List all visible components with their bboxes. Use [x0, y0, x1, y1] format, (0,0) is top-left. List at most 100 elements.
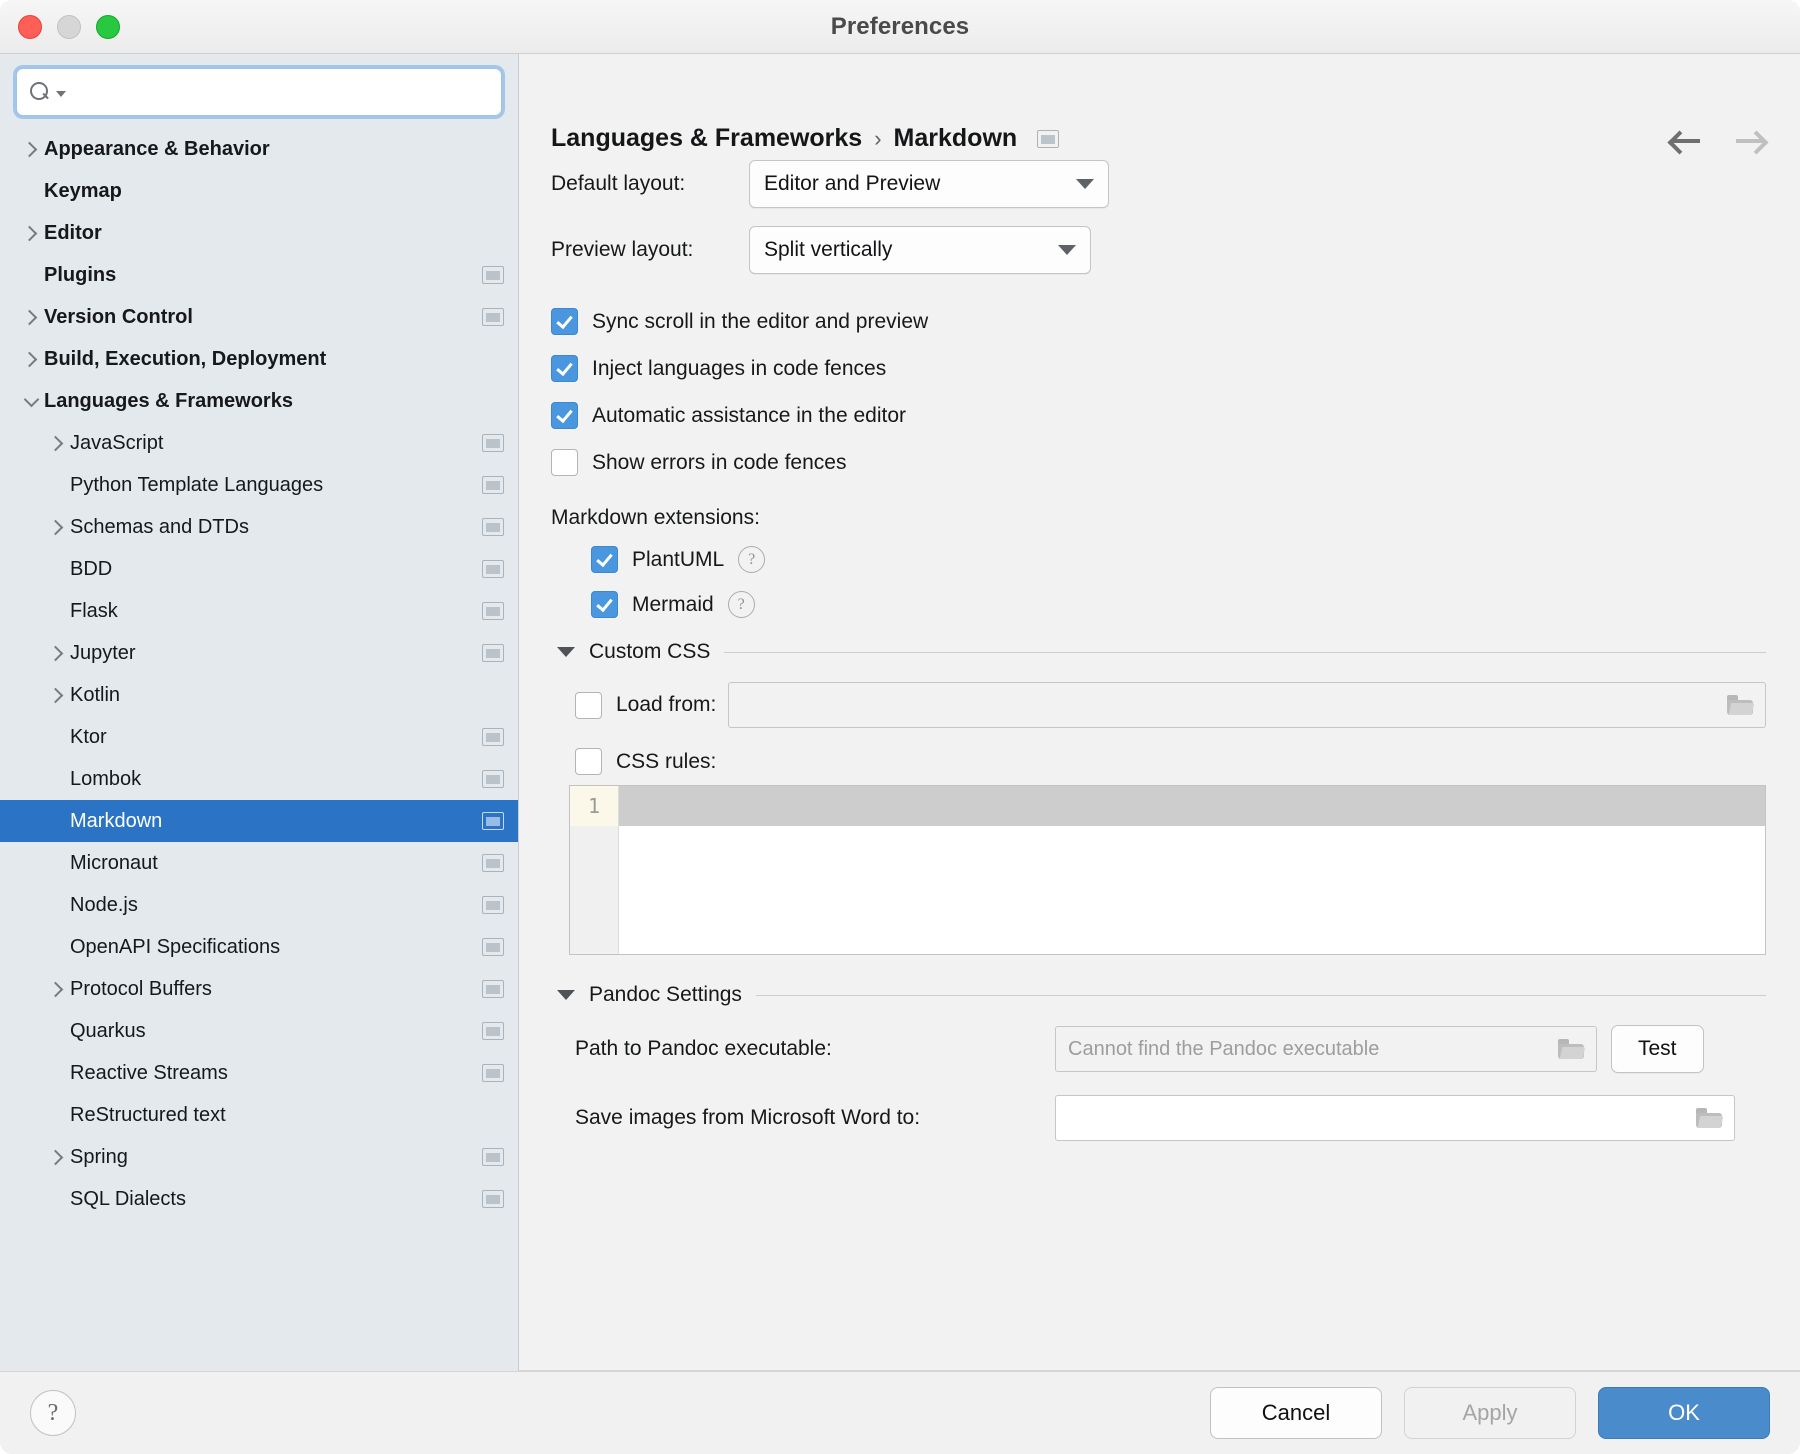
- browse-folder-icon[interactable]: [1727, 694, 1755, 716]
- sidebar-item-quarkus[interactable]: Quarkus: [0, 1010, 518, 1052]
- sidebar-item-ktor[interactable]: Ktor: [0, 716, 518, 758]
- chevron-right-icon[interactable]: [18, 309, 44, 325]
- extension-label: PlantUML: [632, 547, 725, 571]
- extension-mermaid[interactable]: Mermaid?: [551, 591, 1766, 618]
- option-sync-scroll-in-the-editor-and-preview[interactable]: Sync scroll in the editor and preview: [551, 308, 1766, 335]
- checkbox[interactable]: [551, 308, 578, 335]
- load-from-field[interactable]: [728, 682, 1766, 728]
- sidebar-item-plugins[interactable]: Plugins: [0, 254, 518, 296]
- preview-layout-value: Split vertically: [764, 238, 893, 261]
- pandoc-path-field[interactable]: Cannot find the Pandoc executable: [1055, 1026, 1597, 1072]
- search-dropdown-caret-icon[interactable]: [56, 90, 66, 97]
- collapse-triangle-icon[interactable]: [557, 647, 575, 657]
- extension-plantuml[interactable]: PlantUML?: [551, 546, 1766, 573]
- load-from-checkbox[interactable]: [575, 691, 602, 719]
- project-scope-icon: [482, 854, 504, 872]
- save-images-field[interactable]: [1055, 1095, 1735, 1141]
- cancel-button[interactable]: Cancel: [1210, 1387, 1382, 1439]
- option-automatic-assistance-in-the-editor[interactable]: Automatic assistance in the editor: [551, 402, 1766, 429]
- sidebar-item-node-js[interactable]: Node.js: [0, 884, 518, 926]
- minimize-button[interactable]: [57, 14, 81, 39]
- default-layout-row: Default layout: Editor and Preview: [551, 160, 1766, 208]
- chevron-right-icon[interactable]: [44, 435, 70, 451]
- chevron-right-icon[interactable]: [44, 981, 70, 997]
- chevron-right-icon[interactable]: [18, 225, 44, 241]
- project-scope-icon: [482, 1022, 504, 1040]
- preview-layout-label: Preview layout:: [551, 238, 694, 261]
- close-button[interactable]: [18, 14, 42, 39]
- sidebar-item-label: Editor: [44, 221, 102, 244]
- option-show-errors-in-code-fences[interactable]: Show errors in code fences: [551, 449, 1766, 476]
- sidebar-item-lombok[interactable]: Lombok: [0, 758, 518, 800]
- sidebar-item-editor[interactable]: Editor: [0, 212, 518, 254]
- checkbox[interactable]: [591, 591, 618, 618]
- css-rules-editor[interactable]: 1: [569, 785, 1766, 955]
- sidebar-item-schemas-and-dtds[interactable]: Schemas and DTDs: [0, 506, 518, 548]
- zoom-button[interactable]: [96, 14, 120, 39]
- chevron-right-icon[interactable]: [18, 351, 44, 367]
- sidebar-item-build-execution-deployment[interactable]: Build, Execution, Deployment: [0, 338, 518, 380]
- sidebar-item-label: Appearance & Behavior: [44, 137, 270, 160]
- browse-folder-icon[interactable]: [1696, 1107, 1724, 1129]
- help-icon[interactable]: ?: [727, 591, 755, 618]
- option-inject-languages-in-code-fences[interactable]: Inject languages in code fences: [551, 355, 1766, 382]
- project-scope-icon: [482, 728, 504, 746]
- collapse-triangle-icon[interactable]: [557, 990, 575, 1000]
- sidebar-item-micronaut[interactable]: Micronaut: [0, 842, 518, 884]
- help-icon[interactable]: ?: [738, 546, 766, 573]
- chevron-down-icon[interactable]: [18, 391, 44, 408]
- checkbox[interactable]: [551, 449, 578, 476]
- chevron-right-icon[interactable]: [44, 1149, 70, 1165]
- chevron-right-icon[interactable]: [44, 645, 70, 661]
- sidebar-item-sql-dialects[interactable]: SQL Dialects: [0, 1178, 518, 1220]
- sidebar-item-spring[interactable]: Spring: [0, 1136, 518, 1178]
- custom-css-section-header[interactable]: Custom CSS: [557, 640, 1766, 664]
- sidebar-item-languages-frameworks[interactable]: Languages & Frameworks: [0, 380, 518, 422]
- sidebar-item-reactive-streams[interactable]: Reactive Streams: [0, 1052, 518, 1094]
- default-layout-select[interactable]: Editor and Preview: [749, 160, 1109, 208]
- forward-arrow-icon[interactable]: [1734, 130, 1769, 155]
- chevron-right-icon[interactable]: [18, 141, 44, 157]
- sidebar-item-appearance-behavior[interactable]: Appearance & Behavior: [0, 128, 518, 170]
- pandoc-test-button[interactable]: Test: [1611, 1025, 1704, 1073]
- pandoc-path-row: Path to Pandoc executable: Cannot find t…: [575, 1025, 1766, 1073]
- checkbox[interactable]: [551, 355, 578, 382]
- sidebar-item-version-control[interactable]: Version Control: [0, 296, 518, 338]
- sidebar-item-python-template-languages[interactable]: Python Template Languages: [0, 464, 518, 506]
- sidebar-item-markdown[interactable]: Markdown: [0, 800, 518, 842]
- chevron-right-icon[interactable]: [44, 519, 70, 535]
- project-scope-icon: [482, 812, 504, 830]
- project-scope-icon: [482, 980, 504, 998]
- preview-layout-select[interactable]: Split vertically: [749, 226, 1091, 274]
- breadcrumb-parent[interactable]: Languages & Frameworks: [551, 124, 862, 153]
- sidebar-item-bdd[interactable]: BDD: [0, 548, 518, 590]
- sidebar-item-openapi-specifications[interactable]: OpenAPI Specifications: [0, 926, 518, 968]
- css-rules-checkbox[interactable]: [575, 748, 602, 775]
- help-button[interactable]: ?: [30, 1390, 76, 1436]
- chevron-right-icon[interactable]: [44, 687, 70, 703]
- sidebar-item-kotlin[interactable]: Kotlin: [0, 674, 518, 716]
- sidebar-item-restructured-text[interactable]: ReStructured text: [0, 1094, 518, 1136]
- editor-code-area[interactable]: [619, 786, 1765, 954]
- sidebar-item-jupyter[interactable]: Jupyter: [0, 632, 518, 674]
- css-rules-row: CSS rules:: [575, 748, 1766, 775]
- line-number: 1: [570, 786, 618, 826]
- apply-button[interactable]: Apply: [1404, 1387, 1576, 1439]
- sidebar-item-flask[interactable]: Flask: [0, 590, 518, 632]
- sidebar-item-javascript[interactable]: JavaScript: [0, 422, 518, 464]
- checkbox[interactable]: [591, 546, 618, 573]
- pandoc-section-header[interactable]: Pandoc Settings: [557, 983, 1766, 1007]
- project-scope-icon: [482, 896, 504, 914]
- sidebar-item-keymap[interactable]: Keymap: [0, 170, 518, 212]
- sidebar-item-protocol-buffers[interactable]: Protocol Buffers: [0, 968, 518, 1010]
- section-divider: [755, 994, 1766, 996]
- search-box[interactable]: [16, 68, 502, 116]
- project-scope-icon: [482, 434, 504, 452]
- ok-button[interactable]: OK: [1598, 1387, 1770, 1439]
- search-input[interactable]: [66, 80, 489, 104]
- save-images-row: Save images from Microsoft Word to:: [575, 1095, 1766, 1141]
- browse-folder-icon[interactable]: [1558, 1038, 1586, 1060]
- option-label: Sync scroll in the editor and preview: [592, 309, 929, 333]
- checkbox[interactable]: [551, 402, 578, 429]
- back-arrow-icon[interactable]: [1667, 130, 1702, 155]
